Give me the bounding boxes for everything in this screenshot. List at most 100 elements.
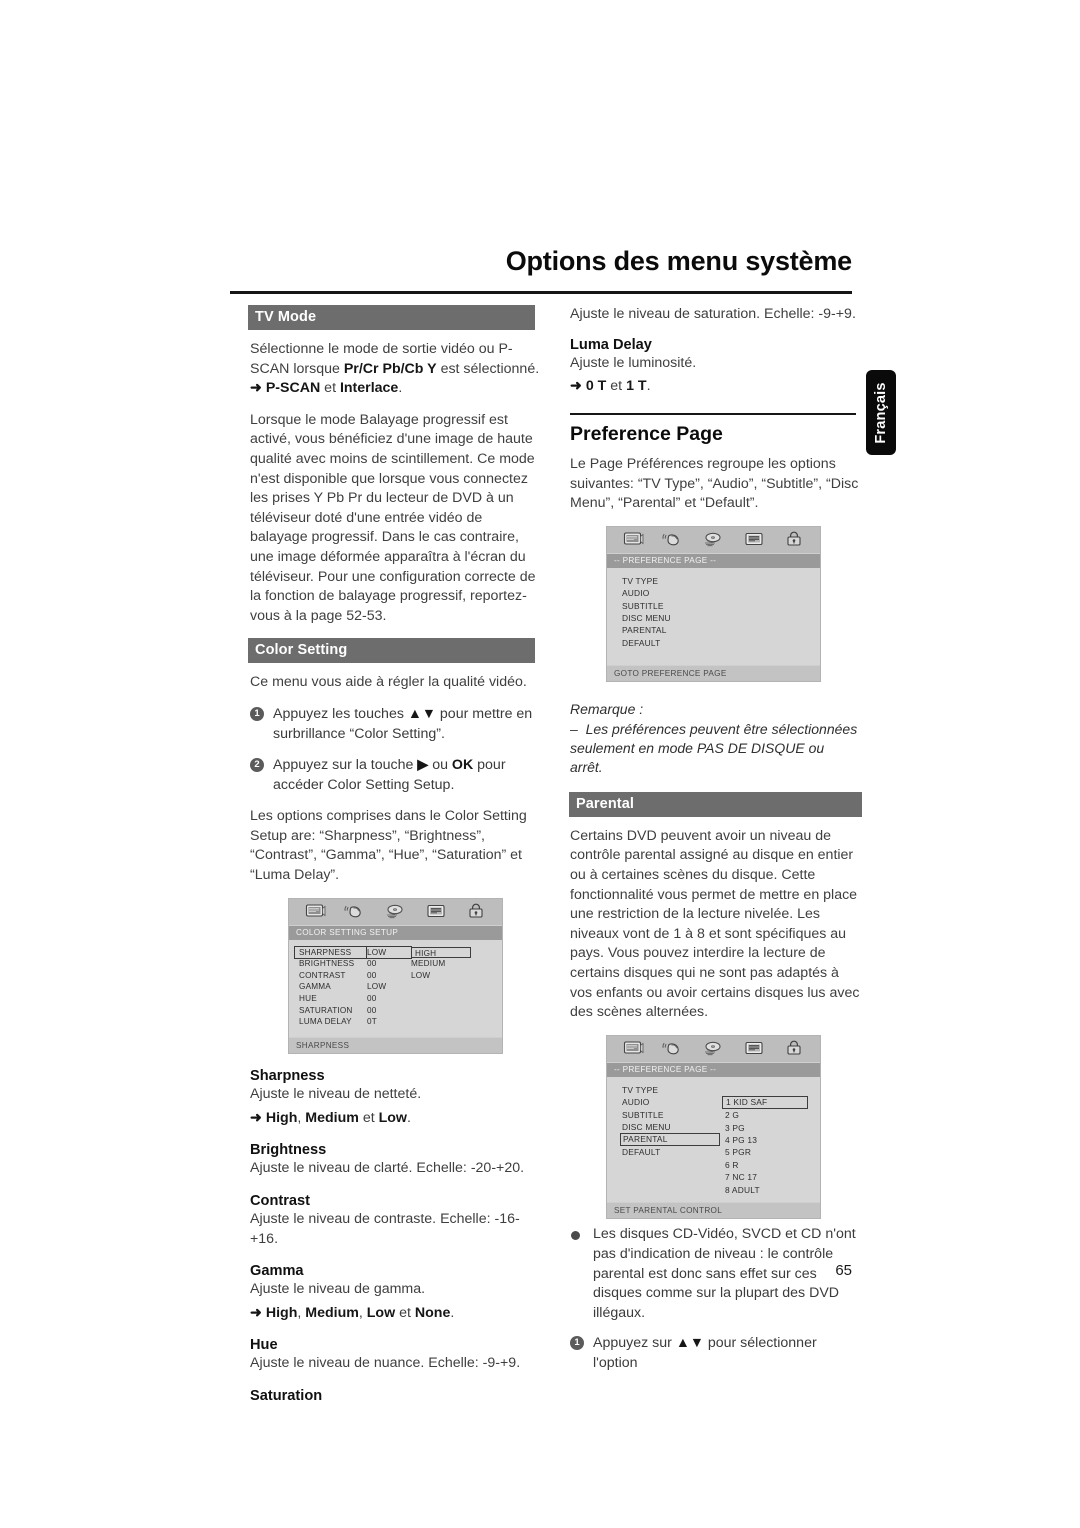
- osd-row-option[interactable]: HIGH: [411, 946, 471, 959]
- osd-rating-item[interactable]: 7 NC 17: [722, 1171, 808, 1183]
- tv-screen-icon: [622, 531, 644, 548]
- step-number-2: 2: [250, 758, 264, 773]
- definition-term: Sharpness: [250, 1068, 325, 1085]
- tv-mode-paragraph-2: Lorsque le mode Balayage progressif est …: [250, 411, 536, 624]
- tv-mode-paragraph-1: Sélectionne le mode de sortie vidéo ou P…: [250, 340, 540, 399]
- osd-row-option[interactable]: LOW: [411, 970, 471, 982]
- parental-bullet-note: Les disques CD-Vidéo, SVCD et CD n'ont p…: [570, 1225, 860, 1323]
- definition-description: Ajuste le niveau de netteté.: [250, 1086, 422, 1103]
- osd-icon-bar: [289, 898, 502, 925]
- osd-menu-item[interactable]: AUDIO: [622, 1096, 722, 1108]
- definition-term: Brightness: [250, 1142, 327, 1159]
- preference-page-paragraph: Le Page Préférences regroupe les options…: [570, 455, 859, 512]
- definition-term: Saturation: [250, 1387, 323, 1404]
- osd-row[interactable]: SHARPNESS LOW HIGH: [294, 945, 496, 960]
- osd-rating-item[interactable]: 6 R: [722, 1159, 808, 1171]
- osd-menu-item[interactable]: PARENTAL: [620, 1133, 720, 1147]
- osd-menu-item[interactable]: AUDIO: [622, 587, 814, 599]
- osd-menu-item[interactable]: DISC MENU: [622, 1121, 722, 1133]
- bullet-dot-icon: [571, 1231, 580, 1241]
- osd-row[interactable]: GAMMA LOW: [295, 981, 496, 993]
- osd-row-value: LOW: [367, 982, 387, 992]
- osd-row-option[interactable]: [411, 1016, 471, 1028]
- definition-description: Ajuste le niveau de gamma.: [250, 1281, 426, 1298]
- osd-row-option[interactable]: MEDIUM: [411, 958, 471, 970]
- step-2-text-b: ou: [428, 757, 452, 774]
- osd-rating-item[interactable]: 1 KID SAF: [722, 1096, 808, 1110]
- tv-mode-option-interlace: Interlace: [339, 380, 399, 397]
- tv-mode-option-pscan: P-SCAN: [265, 380, 321, 397]
- luma-delay-description: Ajuste le luminosité.: [570, 354, 697, 371]
- osd-rating-item[interactable]: 3 PG: [722, 1122, 808, 1134]
- manual-page: Options des menu système Français TV Mod…: [0, 0, 1080, 1528]
- osd-row[interactable]: HUE 00: [295, 993, 496, 1005]
- color-setting-intro: Ce menu vous aide à régler la qualité vi…: [250, 674, 527, 691]
- osd-row-value: 00: [367, 970, 377, 980]
- up-down-arrow-icon: ▲▼: [407, 705, 436, 722]
- osd-menu-item[interactable]: TV TYPE: [622, 1084, 722, 1096]
- title-divider: [230, 291, 852, 294]
- osd-rating-item[interactable]: 2 G: [722, 1109, 808, 1121]
- osd-rating-item[interactable]: 4 PG 13: [722, 1134, 808, 1146]
- step-1-text-a: Appuyez les touches: [273, 705, 408, 722]
- section-header-color-setting: Color Setting: [248, 638, 535, 664]
- osd-menu-item[interactable]: SUBTITLE: [622, 600, 814, 612]
- subtitle-text-icon: [743, 531, 765, 548]
- osd-row-option[interactable]: [411, 1005, 471, 1017]
- osd-menu-item[interactable]: DEFAULT: [622, 1146, 722, 1158]
- osd-parental-columns: TV TYPE AUDIO SUBTITLE DISC MENU PARENTAL DEF…: [613, 1084, 814, 1196]
- definition-term: Hue: [250, 1337, 278, 1354]
- osd-menu-item[interactable]: DISC MENU: [622, 612, 814, 624]
- tv-mode-option-end: .: [398, 380, 403, 397]
- definition-options: ➜ High, Medium, Low et None.: [250, 1304, 455, 1321]
- osd-body-preference: TV TYPE AUDIO SUBTITLE DISC MENU PARENTAL DEF…: [607, 567, 820, 665]
- term-luma-delay: Luma Delay: [570, 336, 652, 353]
- left-column: TV Mode Sélectionne le mode de sortie vi…: [248, 305, 540, 1405]
- luma-delay-option-0t: 0 T: [585, 378, 607, 395]
- lock-icon: [465, 903, 487, 920]
- color-setting-definitions: Sharpness Ajuste le niveau de netteté. ➜ H…: [250, 1068, 540, 1404]
- osd-row-label: HUE: [299, 994, 317, 1004]
- osd-footer-parental: SET PARENTAL CONTROL: [607, 1201, 820, 1219]
- tv-mode-option-join: et: [320, 380, 340, 397]
- osd-row-label: LUMA DELAY: [299, 1017, 352, 1027]
- parental-paragraph: Certains DVD peuvent avoir un niveau de …: [570, 827, 860, 1021]
- osd-menu-item[interactable]: SUBTITLE: [622, 1109, 722, 1121]
- osd-color-setting-setup: COLOR SETTING SETUP SHARPNESS LOW HIGH BRIG…: [288, 897, 503, 1055]
- step-2-text-a: Appuyez sur la touche: [273, 757, 418, 774]
- osd-parental-control: -- PREFERENCE PAGE -- TV TYPE AUDIO SUBTIT…: [606, 1034, 821, 1220]
- osd-menu-item[interactable]: PARENTAL: [622, 624, 814, 636]
- definition-options: ➜ High, Medium et Low.: [250, 1109, 411, 1126]
- osd-row[interactable]: LUMA DELAY 0T: [295, 1016, 496, 1028]
- right-arrow-icon: ▶: [417, 757, 429, 774]
- osd-row-value: 00: [367, 1005, 377, 1015]
- osd-row[interactable]: SATURATION 00: [295, 1005, 496, 1017]
- page-number: 65: [835, 1262, 852, 1279]
- saturation-description: Ajuste le niveau de saturation. Echelle:…: [570, 306, 856, 322]
- osd-row[interactable]: BRIGHTNESS 00 MEDIUM: [295, 958, 496, 970]
- language-tab-label: Français: [873, 381, 889, 444]
- osd-menu-item[interactable]: DEFAULT: [622, 637, 814, 649]
- osd-rating-item[interactable]: 5 PGR: [722, 1146, 808, 1158]
- heading-preference-page: Preference Page: [570, 422, 723, 445]
- osd-title-color-setting: COLOR SETTING SETUP: [289, 924, 502, 940]
- arrow-icon: ➜: [570, 378, 582, 395]
- lock-icon: [783, 531, 805, 548]
- osd-parental-menu-items: TV TYPE AUDIO SUBTITLE DISC MENU PARENTAL DEF…: [613, 1084, 722, 1196]
- parental-step-text-a: Appuyez sur: [593, 1335, 676, 1352]
- parental-bullet-text: Les disques CD-Vidéo, SVCD et CD n'ont p…: [593, 1226, 856, 1321]
- osd-row-option[interactable]: [411, 993, 471, 1005]
- osd-menu-item[interactable]: TV TYPE: [622, 575, 814, 587]
- osd-rating-item[interactable]: 8 ADULT: [722, 1184, 808, 1196]
- definition-term: Contrast: [250, 1192, 310, 1209]
- osd-row-label: BRIGHTNESS: [299, 959, 355, 969]
- step-number-1: 1: [250, 706, 264, 721]
- color-setting-step-1: 1 Appuyez les touches ▲▼ pour mettre en …: [250, 705, 540, 744]
- preference-page-divider: [570, 412, 856, 415]
- osd-row-option[interactable]: [411, 981, 471, 993]
- osd-row[interactable]: CONTRAST 00 LOW: [295, 970, 496, 982]
- definition-description: Ajuste le niveau de contraste. Echelle: …: [250, 1210, 520, 1247]
- luma-delay-options: ➜ 0 T et 1 T.: [570, 377, 860, 397]
- color-setting-options-paragraph: Les options comprises dans le Color Sett…: [250, 808, 527, 884]
- osd-row-value: 0T: [367, 1017, 377, 1027]
